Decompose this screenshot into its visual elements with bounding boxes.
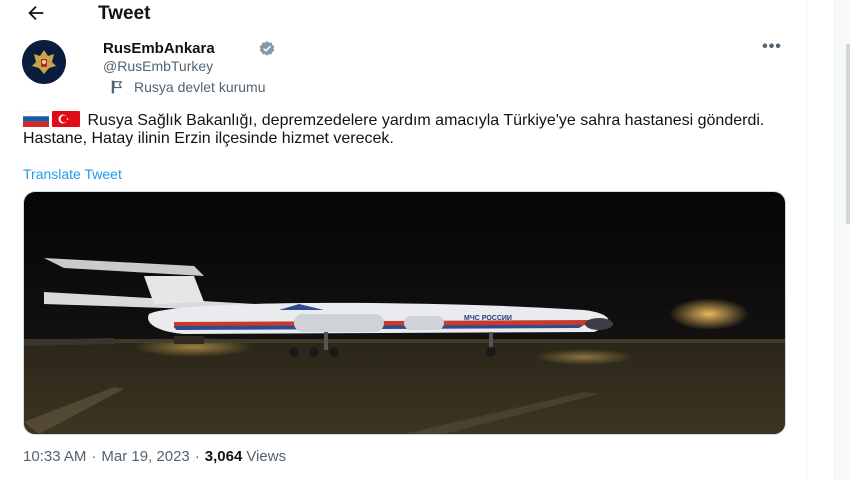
author-handle[interactable]: @RusEmbTurkey bbox=[103, 58, 213, 74]
tweet-media[interactable]: МЧС РОССИИ bbox=[23, 191, 786, 435]
tweet-time[interactable]: 10:33 AM bbox=[23, 448, 86, 465]
page-header: Tweet bbox=[0, 0, 806, 30]
arrow-left-icon bbox=[28, 5, 44, 21]
tweet-text: Rusya Sağlık Bakanlığı, depremzedelere y… bbox=[23, 111, 793, 148]
avatar[interactable] bbox=[22, 40, 66, 84]
flag-icon bbox=[111, 80, 123, 94]
tweet-body: Rusya Sağlık Bakanlığı, depremzedelere y… bbox=[23, 112, 765, 147]
turkey-flag-icon bbox=[52, 111, 80, 127]
page-title: Tweet bbox=[98, 3, 151, 24]
views-count: 3,064 bbox=[204, 448, 243, 465]
translate-tweet-link[interactable]: Translate Tweet bbox=[23, 166, 122, 182]
scrollbar[interactable] bbox=[846, 44, 850, 224]
back-button[interactable] bbox=[22, 2, 50, 26]
views-label: Views bbox=[246, 448, 287, 465]
verified-badge-icon bbox=[259, 41, 275, 56]
tweet-column: Tweet RusEmbAnkara @RusEmbTurkey Rusya d… bbox=[0, 0, 807, 480]
emblem-icon bbox=[22, 40, 66, 84]
tweet-meta: 10:33 AM · Mar 19, 2023 · 3,064 Views bbox=[23, 448, 286, 465]
affiliation-label[interactable]: Rusya devlet kurumu bbox=[110, 78, 266, 96]
russia-flag-icon bbox=[23, 111, 49, 127]
author-name[interactable]: RusEmbAnkara bbox=[103, 40, 215, 57]
separator: · bbox=[91, 448, 97, 465]
tweet-date[interactable]: Mar 19, 2023 bbox=[101, 448, 189, 465]
more-options-button[interactable]: ••• bbox=[758, 38, 786, 58]
plane-livery-text: МЧС РОССИИ bbox=[464, 315, 512, 322]
airplane-photo: МЧС РОССИИ bbox=[24, 192, 785, 434]
affiliation-text: Rusya devlet kurumu bbox=[134, 79, 266, 95]
separator: · bbox=[194, 448, 200, 465]
